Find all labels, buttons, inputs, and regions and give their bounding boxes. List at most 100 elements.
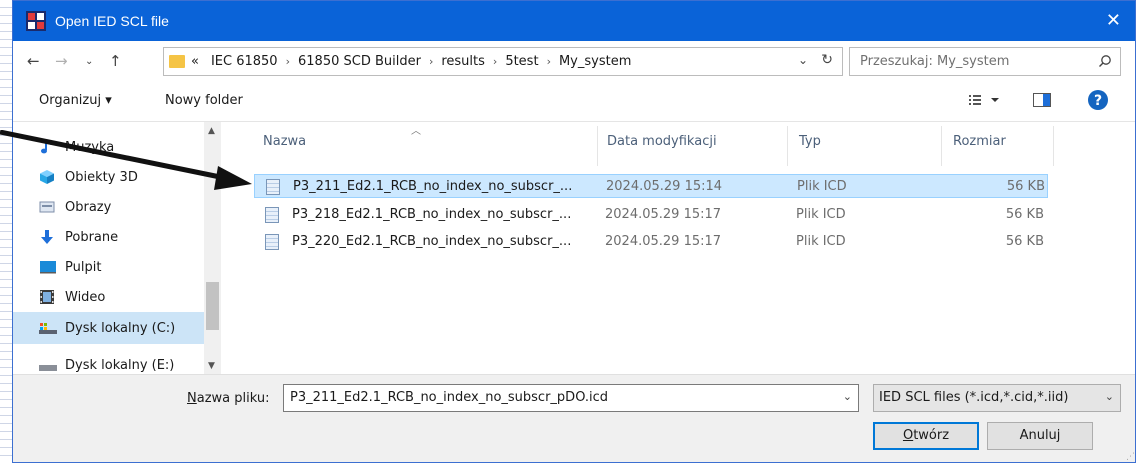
sidebar-item-label: Obiekty 3D xyxy=(65,169,138,185)
sidebar-item-label: Pulpit xyxy=(65,259,102,275)
open-file-dialog: Open IED SCL file ✕ ← → ⌄ ↑ « IEC 61850 … xyxy=(12,0,1136,463)
file-name: P3_218_Ed2.1_RCB_no_index_no_subscr_... xyxy=(292,207,572,222)
desktop-icon xyxy=(39,259,57,275)
file-type: Plik ICD xyxy=(796,234,846,249)
search-input[interactable]: Przeszukaj: My_system xyxy=(849,47,1121,76)
chevron-down-icon[interactable]: ⌄ xyxy=(1105,390,1114,403)
sidebar-item-music[interactable]: Muzyka xyxy=(39,132,114,162)
sidebar-item-pictures[interactable]: Obrazy xyxy=(39,192,111,222)
dialog-footer: Nazwa pliku: P3_211_Ed2.1_RCB_no_index_n… xyxy=(13,374,1135,462)
breadcrumb-chevron-icon: › xyxy=(546,55,551,68)
refresh-icon[interactable]: ↻ xyxy=(821,52,833,68)
breadcrumb-item[interactable]: My_system xyxy=(559,54,631,69)
table-row[interactable]: P3_218_Ed2.1_RCB_no_index_no_subscr_... … xyxy=(254,203,1048,227)
breadcrumb-item[interactable]: 5test xyxy=(505,54,538,69)
filename-label: Nazwa pliku: xyxy=(187,391,270,406)
table-row[interactable]: P3_220_Ed2.1_RCB_no_index_no_subscr_... … xyxy=(254,230,1048,254)
background-strip xyxy=(0,0,12,463)
file-date: 2024.05.29 15:17 xyxy=(605,234,722,249)
new-folder-button[interactable]: Nowy folder xyxy=(165,93,243,108)
address-dropdown-icon[interactable]: ⌄ xyxy=(798,53,808,67)
breadcrumb-item[interactable]: results xyxy=(441,54,485,69)
file-date: 2024.05.29 15:17 xyxy=(605,207,722,222)
music-icon xyxy=(39,139,57,155)
up-arrow-icon[interactable]: ↑ xyxy=(109,52,122,70)
search-placeholder: Przeszukaj: My_system xyxy=(860,54,1010,69)
sidebar-item-label: Pobrane xyxy=(65,229,119,245)
sidebar-item-label: Obrazy xyxy=(65,199,112,215)
drive-icon xyxy=(39,357,57,373)
sidebar-item-label: Muzyka xyxy=(65,139,115,155)
window-title: Open IED SCL file xyxy=(55,13,169,29)
column-header-name[interactable]: Nazwa xyxy=(263,134,306,149)
back-arrow-icon[interactable]: ← xyxy=(27,52,40,70)
column-header-type[interactable]: Typ xyxy=(799,134,821,149)
sidebar-item-local-disk-e[interactable]: Dysk lokalny (E:) xyxy=(39,350,174,375)
view-options-icon[interactable] xyxy=(969,90,1003,114)
breadcrumb-item[interactable]: 61850 SCD Builder xyxy=(298,54,421,69)
file-name: P3_211_Ed2.1_RCB_no_index_no_subscr_... xyxy=(293,179,573,194)
command-bar: Organizuj ▾ Nowy folder ? xyxy=(13,83,1135,121)
sidebar-item-label: Dysk lokalny (E:) xyxy=(65,357,175,373)
search-icon[interactable] xyxy=(1098,54,1112,72)
svg-text:?: ? xyxy=(1094,93,1102,109)
app-icon xyxy=(26,11,46,31)
title-bar: Open IED SCL file ✕ xyxy=(13,1,1135,41)
file-name: P3_220_Ed2.1_RCB_no_index_no_subscr_... xyxy=(292,234,572,249)
file-type-filter[interactable]: IED SCL files (*.icd,*.cid,*.iid) ⌄ xyxy=(873,384,1121,412)
breadcrumb-chevron-icon: › xyxy=(285,55,290,68)
address-row: ← → ⌄ ↑ « IEC 61850 › 61850 SCD Builder … xyxy=(13,41,1135,83)
preview-pane-icon[interactable] xyxy=(1033,93,1051,111)
sidebar-item-downloads[interactable]: Pobrane xyxy=(39,222,118,252)
file-date: 2024.05.29 15:14 xyxy=(606,179,723,194)
scroll-down-icon[interactable]: ▼ xyxy=(208,361,215,371)
filename-field[interactable]: P3_211_Ed2.1_RCB_no_index_no_subscr_pDO.… xyxy=(283,384,859,412)
navigation-pane: Muzyka Obiekty 3D Obrazy Pobrane Pulpit … xyxy=(13,122,221,375)
sidebar-item-label: Wideo xyxy=(65,289,106,305)
cube-icon xyxy=(39,169,57,185)
sidebar-item-desktop[interactable]: Pulpit xyxy=(39,252,101,282)
file-icon xyxy=(265,234,279,250)
file-size: 56 KB xyxy=(1006,179,1045,194)
sidebar-item-3d-objects[interactable]: Obiekty 3D xyxy=(39,162,138,192)
file-type: Plik ICD xyxy=(796,207,846,222)
forward-arrow-icon[interactable]: → xyxy=(55,52,68,70)
nav-scrollbar[interactable]: ▲ ▼ xyxy=(204,122,221,375)
resize-grip-icon[interactable]: ⋰ xyxy=(1126,452,1135,462)
filename-value: P3_211_Ed2.1_RCB_no_index_no_subscr_pDO.… xyxy=(290,390,609,405)
file-list: ︿ Nazwa Data modyfikacji Typ Rozmiar P3_… xyxy=(221,122,1135,375)
file-icon xyxy=(265,207,279,223)
help-icon[interactable]: ? xyxy=(1087,89,1109,115)
column-header-size[interactable]: Rozmiar xyxy=(953,134,1006,149)
sidebar-item-label: Dysk lokalny (C:) xyxy=(65,320,176,336)
file-type: Plik ICD xyxy=(797,179,847,194)
download-arrow-icon xyxy=(39,229,57,245)
recent-chevron-icon[interactable]: ⌄ xyxy=(85,56,93,67)
filter-value: IED SCL files (*.icd,*.cid,*.iid) xyxy=(879,390,1069,405)
close-icon[interactable]: ✕ xyxy=(1106,10,1121,31)
drive-icon xyxy=(39,320,57,336)
cancel-button[interactable]: Anuluj xyxy=(987,422,1093,450)
breadcrumb-chevron-icon: › xyxy=(428,55,434,68)
file-size: 56 KB xyxy=(1005,234,1044,249)
breadcrumb-overflow[interactable]: « xyxy=(191,54,199,69)
sidebar-item-videos[interactable]: Wideo xyxy=(39,282,105,312)
folder-icon xyxy=(169,55,185,68)
pictures-icon xyxy=(39,199,57,215)
table-row[interactable]: P3_211_Ed2.1_RCB_no_index_no_subscr_... … xyxy=(254,174,1048,198)
address-bar[interactable]: « IEC 61850 › 61850 SCD Builder › result… xyxy=(163,47,843,76)
scroll-up-icon[interactable]: ▲ xyxy=(208,126,215,136)
content-area: Muzyka Obiekty 3D Obrazy Pobrane Pulpit … xyxy=(13,121,1135,375)
breadcrumb-item[interactable]: IEC 61850 xyxy=(211,54,278,69)
column-header-date[interactable]: Data modyfikacji xyxy=(607,134,717,149)
sort-ascending-icon: ︿ xyxy=(411,126,421,137)
video-film-icon xyxy=(39,289,57,305)
scrollbar-thumb[interactable] xyxy=(206,282,219,330)
sidebar-item-local-disk-c[interactable]: Dysk lokalny (C:) xyxy=(13,312,204,344)
open-button[interactable]: Otwórz xyxy=(873,422,979,450)
file-size: 56 KB xyxy=(1005,207,1044,222)
chevron-down-icon[interactable]: ⌄ xyxy=(843,390,852,403)
file-icon xyxy=(266,179,280,195)
organize-menu[interactable]: Organizuj ▾ xyxy=(39,93,112,108)
breadcrumb-chevron-icon: › xyxy=(492,55,498,68)
